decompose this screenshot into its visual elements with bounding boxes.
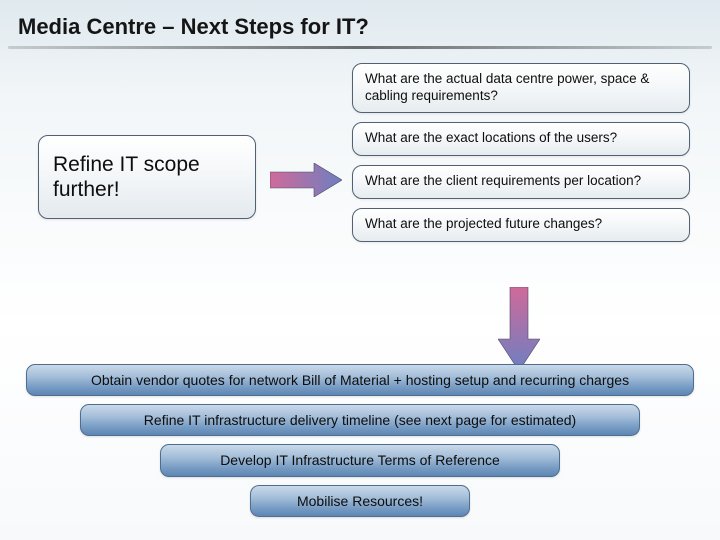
- step-bar: Develop IT Infrastructure Terms of Refer…: [160, 444, 560, 476]
- step-bar: Refine IT infrastructure delivery timeli…: [80, 404, 640, 436]
- top-area: Refine IT scope further! What are the ac…: [0, 63, 720, 323]
- step-bar: Obtain vendor quotes for network Bill of…: [26, 364, 694, 396]
- title-underline: [8, 46, 712, 49]
- arrow-right-icon: [270, 163, 342, 197]
- slide-title: Media Centre – Next Steps for IT?: [0, 0, 720, 46]
- step-bar: Mobilise Resources!: [250, 485, 470, 517]
- question-box: What are the exact locations of the user…: [352, 122, 690, 156]
- question-box: What are the projected future changes?: [352, 208, 690, 242]
- question-box: What are the client requirements per loc…: [352, 165, 690, 199]
- refine-scope-box: Refine IT scope further!: [38, 135, 256, 219]
- question-box: What are the actual data centre power, s…: [352, 63, 690, 113]
- question-column: What are the actual data centre power, s…: [352, 63, 690, 242]
- arrow-down-icon: [498, 287, 540, 371]
- step-bars: Obtain vendor quotes for network Bill of…: [24, 364, 696, 517]
